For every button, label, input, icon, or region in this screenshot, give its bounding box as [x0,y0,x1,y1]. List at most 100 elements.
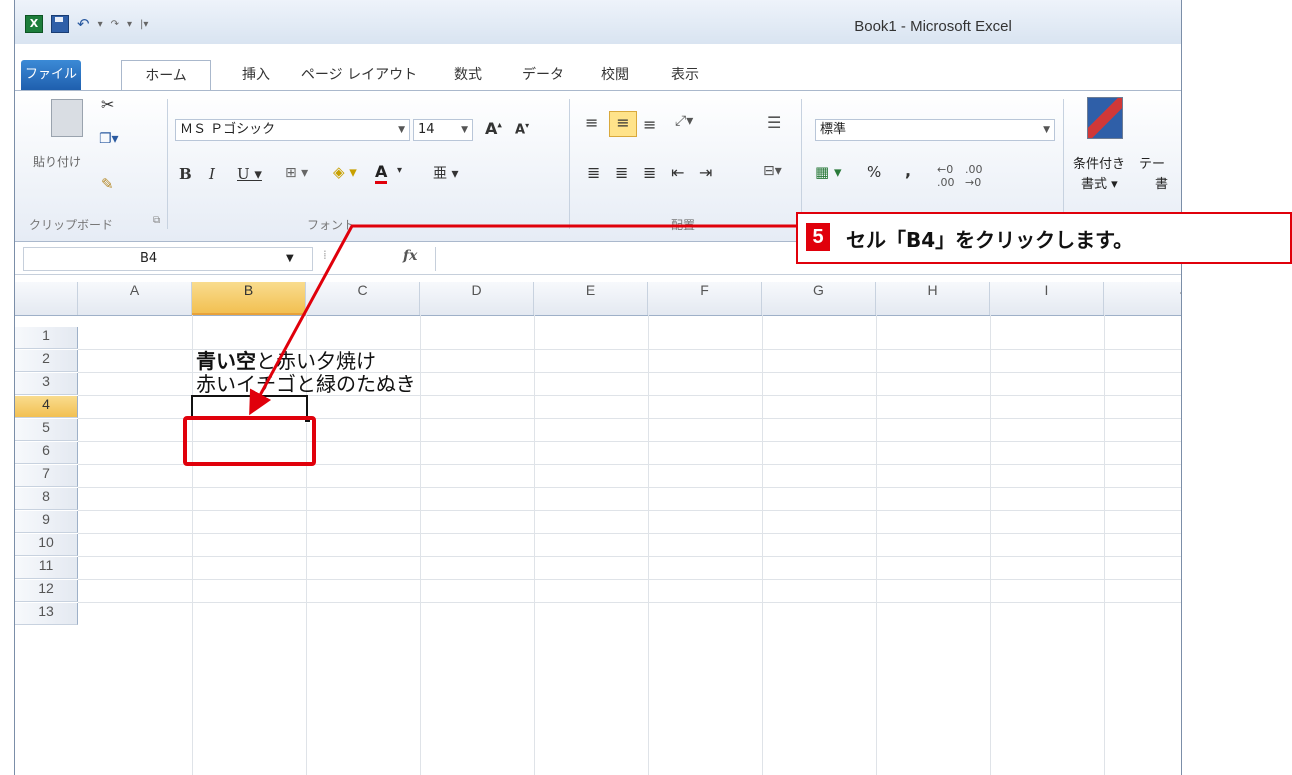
orientation-icon[interactable]: ⤢▾ [675,113,693,129]
align-left-icon[interactable]: ≣ [587,163,600,182]
column-header-g[interactable]: G [762,282,876,315]
format-as-table-sublabel[interactable]: 書 [1155,173,1168,192]
tab-file[interactable]: ファイル [21,60,81,90]
name-box-value: B4 [140,251,158,266]
conditional-formatting-sublabel-text: 書式 [1081,177,1108,192]
row-header-4[interactable]: 4 [15,396,78,418]
grid-line [78,533,1181,534]
grid-line [990,315,991,775]
font-group-label: フォント [307,218,356,232]
number-format-combo[interactable]: 標準 ▼ [815,119,1055,141]
tab-insert[interactable]: 挿入 [231,60,281,90]
bold-button[interactable]: B [179,165,192,183]
name-box[interactable]: B4 ▼ [23,247,313,271]
tab-formulas[interactable]: 数式 [443,60,493,90]
tab-review[interactable]: 校閲 [590,60,640,90]
increase-indent-icon[interactable]: ⇥ [699,163,712,182]
fill-color-icon[interactable]: ◈ ▾ [333,163,357,181]
row-header-6[interactable]: 6 [15,442,78,464]
grid-line [762,315,763,775]
row-header-9[interactable]: 9 [15,511,78,533]
column-header-f[interactable]: F [648,282,762,315]
column-header-a[interactable]: A [78,282,192,315]
divider [1063,99,1064,229]
insert-function-button[interactable]: fx [403,248,417,264]
italic-button[interactable]: I [209,165,215,183]
accounting-format-icon[interactable]: ▦ ▾ [815,163,841,181]
align-bottom-icon[interactable]: ≡ [643,115,656,134]
font-name-value: ＭＳ Ｐゴシック [180,122,276,137]
merge-center-icon[interactable]: ⊟▾ [763,163,782,179]
row-header-10[interactable]: 10 [15,534,78,556]
align-right-icon[interactable]: ≣ [643,163,656,182]
percent-button[interactable]: % [867,163,881,181]
align-center-icon[interactable]: ≣ [615,163,628,182]
row-header-7[interactable]: 7 [15,465,78,487]
font-size-combo[interactable]: 14 ▼ [413,119,473,141]
underline-button[interactable]: U ▾ [237,165,262,183]
row-header-2[interactable]: 2 [15,350,78,372]
shrink-font-icon[interactable]: A▾ [515,121,529,137]
column-header-e[interactable]: E [534,282,648,315]
row-header-8[interactable]: 8 [15,488,78,510]
chevron-down-icon: ▼ [461,125,468,135]
tab-page-layout[interactable]: ページ レイアウト [299,60,419,90]
excel-window: X ↶ ▾ ↷ ▾ |▾ Book1 - Microsoft Excel ファイ… [14,0,1182,775]
column-header-d[interactable]: D [420,282,534,315]
row-header-13[interactable]: 13 [15,603,78,625]
worksheet-grid[interactable]: A B C D E F G H I J 1 2 3 4 5 6 [15,282,1181,775]
tab-view[interactable]: 表示 [660,60,710,90]
wrap-text-icon[interactable]: ☰ [767,113,781,132]
grid-line [534,315,535,775]
font-name-combo[interactable]: ＭＳ Ｐゴシック ▼ [175,119,410,141]
format-painter-icon[interactable]: ✎ [101,175,114,193]
cut-icon[interactable]: ✂ [101,95,114,114]
chevron-down-icon[interactable]: ▼ [286,248,294,270]
grid-line [78,510,1181,511]
decrease-indent-icon[interactable]: ⇤ [671,163,684,182]
increase-decimal-icon[interactable]: ←0.00 [937,163,955,189]
tab-home[interactable]: ホーム [121,60,211,90]
conditional-formatting-icon[interactable] [1087,97,1123,139]
row-header-3[interactable]: 3 [15,373,78,395]
copy-icon[interactable]: ❐▾ [99,131,119,147]
paste-label[interactable]: 貼り付け [33,153,81,170]
grid-line [648,315,649,775]
row-header-1[interactable]: 1 [15,327,78,349]
column-header-h[interactable]: H [876,282,990,315]
grid-line [78,556,1181,557]
grid-line [78,487,1181,488]
chevron-down-icon[interactable]: ▾ [397,165,402,176]
column-header-j[interactable]: J [1104,282,1181,315]
phonetic-icon[interactable]: 亜 ▾ [433,163,458,183]
align-middle-icon[interactable]: ≡ [609,111,637,137]
font-color-icon[interactable]: A [375,163,388,184]
column-header-b[interactable]: B [192,282,306,315]
conditional-formatting-sublabel[interactable]: 書式 ▾ [1081,173,1118,192]
paste-icon[interactable] [51,99,83,137]
ribbon-tabs: ファイル ホーム 挿入 ページ レイアウト 数式 データ 校閲 表示 [15,60,1181,90]
formula-bar-divider: ⁞ [323,248,327,262]
align-top-icon[interactable]: ≡ [585,113,598,132]
decrease-decimal-icon[interactable]: .00 →0 [965,163,983,189]
grow-font-icon[interactable]: A▴ [485,119,502,138]
chevron-down-icon: ▼ [398,125,405,135]
format-as-table-label[interactable]: テー [1139,153,1165,172]
instruction-text: セル「B4」をクリックします。 [846,228,1134,252]
highlight-box [183,416,316,466]
row-header-5[interactable]: 5 [15,419,78,441]
column-header-i[interactable]: I [990,282,1104,315]
row-header-12[interactable]: 12 [15,580,78,602]
cell-b2[interactable]: 青い空と赤い夕焼け [196,350,376,372]
tab-data[interactable]: データ [513,60,573,90]
cell-b2-bold-text: 青い空 [196,349,256,373]
clipboard-launcher-icon[interactable]: ⧉ [153,215,160,226]
comma-button[interactable]: , [905,161,911,180]
row-header-11[interactable]: 11 [15,557,78,579]
select-all-button[interactable] [15,282,78,315]
borders-icon[interactable]: ⊞ ▾ [285,165,308,181]
conditional-formatting-label[interactable]: 条件付き [1073,153,1125,172]
number-format-value: 標準 [820,122,847,137]
cell-b3[interactable]: 赤いイチゴと緑のたぬき [196,373,416,395]
column-header-c[interactable]: C [306,282,420,315]
